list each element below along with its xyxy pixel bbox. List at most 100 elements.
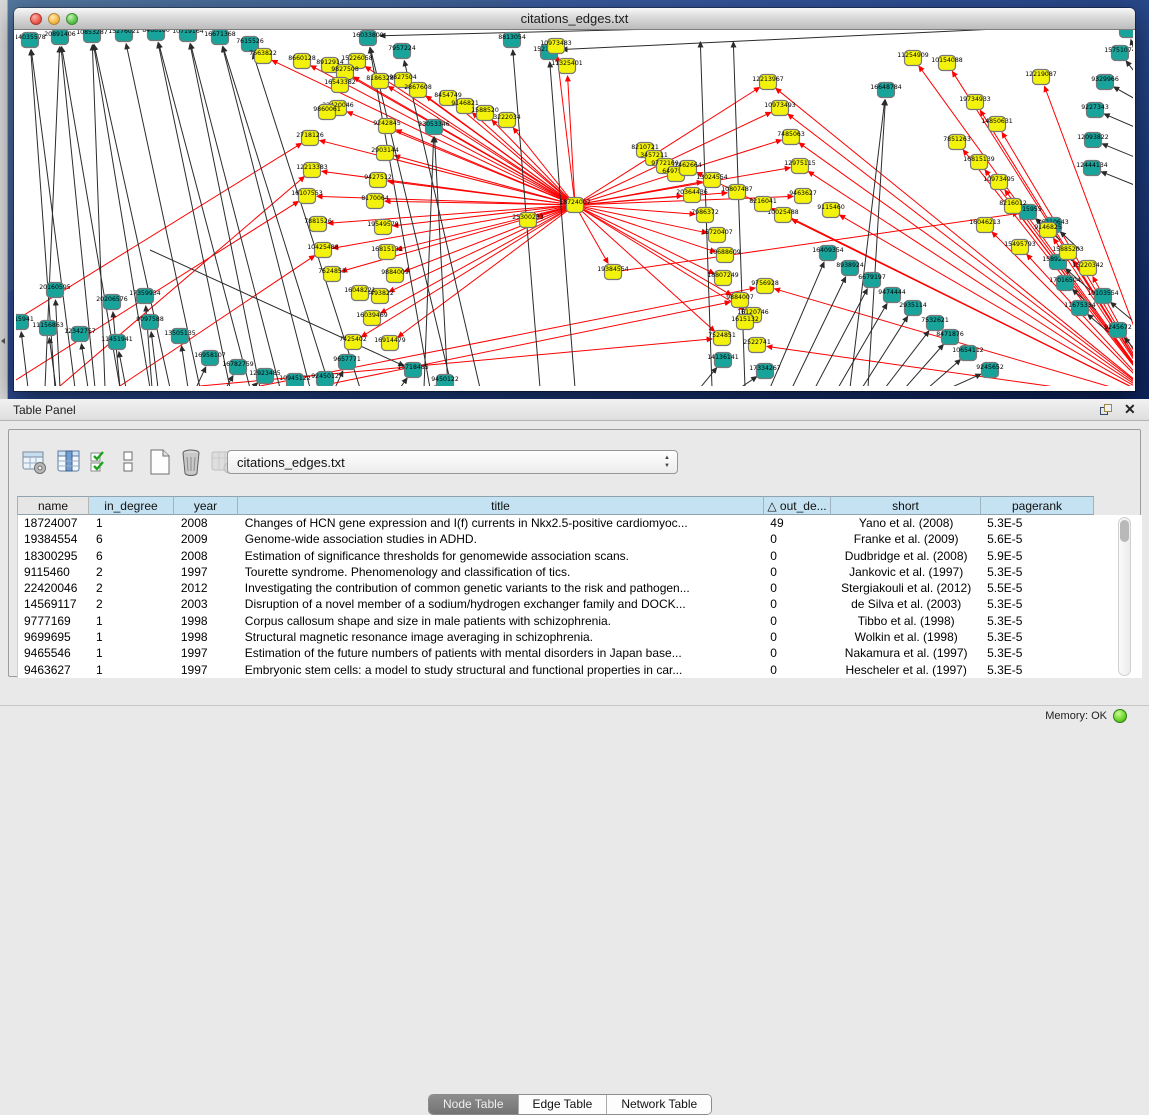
cell-title[interactable]: Structural magnetic resonance image aver… — [239, 629, 765, 645]
table-row[interactable]: 911546021997Tourette syndrome. Phenomeno… — [18, 564, 1094, 580]
cell-short[interactable]: Wolkin et al. (1998) — [831, 629, 981, 645]
cell-title[interactable]: Genome-wide association studies in ADHD. — [239, 531, 765, 547]
cell-year[interactable]: 2003 — [175, 596, 239, 612]
cell-short[interactable]: Franke et al. (2009) — [831, 531, 981, 547]
table-selector-dropdown[interactable]: citations_edges.txt ▲▼ — [227, 450, 678, 474]
column-edit-icon[interactable] — [55, 448, 83, 476]
cell-year[interactable]: 1998 — [175, 629, 239, 645]
black-edge[interactable] — [182, 346, 188, 386]
column-header-pagerank[interactable]: pagerank — [981, 496, 1094, 515]
black-edge[interactable] — [435, 137, 448, 386]
cell-name[interactable]: 22420046 — [18, 580, 90, 596]
red-edge[interactable] — [388, 86, 575, 205]
cell-name[interactable]: 19384554 — [18, 531, 90, 547]
cell-out_de[interactable]: 0 — [764, 531, 831, 547]
cell-year[interactable]: 1997 — [175, 645, 239, 661]
black-edge[interactable] — [550, 62, 575, 386]
cell-title[interactable]: Estimation of the future numbers of pati… — [239, 645, 765, 661]
cell-pagerank[interactable]: 5.3E-5 — [981, 613, 1094, 629]
table-row[interactable]: 969969511998Structural magnetic resonanc… — [18, 629, 1094, 645]
cell-out_de[interactable]: 0 — [764, 629, 831, 645]
cell-in_degree[interactable]: 1 — [90, 613, 175, 629]
table-row[interactable]: 977716911998Corpus callosum shape and si… — [18, 613, 1094, 629]
cell-in_degree[interactable]: 2 — [90, 596, 175, 612]
black-edge[interactable] — [792, 277, 846, 386]
cell-title[interactable]: Estimation of significance thresholds fo… — [239, 548, 765, 564]
cell-in_degree[interactable]: 1 — [90, 515, 175, 531]
table-row[interactable]: 946362711997Embryonic stem cells: a mode… — [18, 662, 1094, 678]
column-header-out_de[interactable]: △ out_de... — [764, 496, 831, 515]
red-edge[interactable] — [575, 205, 715, 331]
black-edge[interactable] — [151, 332, 158, 386]
network-window[interactable]: citations_edges.txt 14035578208914061085… — [14, 8, 1135, 391]
column-header-title[interactable]: title — [238, 496, 764, 515]
new-table-icon[interactable] — [146, 448, 174, 476]
column-header-year[interactable]: year — [174, 496, 238, 515]
tab-node-table[interactable]: Node Table — [429, 1095, 519, 1114]
cell-year[interactable]: 1997 — [175, 564, 239, 580]
cell-title[interactable]: Embryonic stem cells: a model to study s… — [239, 662, 765, 678]
cell-pagerank[interactable]: 5.9E-5 — [981, 548, 1094, 564]
red-edge[interactable] — [317, 196, 575, 205]
black-edge[interactable] — [252, 383, 258, 386]
table-row[interactable]: 2242004622012Investigating the contribut… — [18, 580, 1094, 596]
black-edge[interactable] — [885, 331, 929, 386]
table-row[interactable]: 1872400712008Changes of HCN gene express… — [18, 515, 1094, 531]
cell-title[interactable]: Corpus callosum shape and size in male p… — [239, 613, 765, 629]
cell-year[interactable]: 2008 — [175, 515, 239, 531]
panel-collapse-strip[interactable] — [0, 0, 8, 399]
cell-pagerank[interactable]: 5.3E-5 — [981, 645, 1094, 661]
black-edge[interactable] — [950, 374, 981, 386]
clear-selection-icon[interactable] — [115, 448, 143, 476]
cell-out_de[interactable]: 0 — [764, 564, 831, 580]
cell-name[interactable]: 9777169 — [18, 613, 90, 629]
cell-pagerank[interactable]: 5.5E-5 — [981, 580, 1094, 596]
black-edge[interactable] — [190, 44, 260, 386]
red-edge[interactable] — [767, 346, 1133, 386]
red-edge[interactable] — [311, 66, 575, 205]
red-edge[interactable] — [557, 56, 575, 205]
scrollbar-thumb[interactable] — [1120, 520, 1129, 542]
cell-short[interactable]: Dudbridge et al. (2008) — [831, 548, 981, 564]
cell-year[interactable]: 1997 — [175, 662, 239, 678]
cell-year[interactable]: 1998 — [175, 613, 239, 629]
cell-out_de[interactable]: 49 — [764, 515, 831, 531]
black-edge[interactable] — [1104, 114, 1133, 128]
black-edge[interactable] — [400, 378, 407, 386]
cell-year[interactable]: 2012 — [175, 580, 239, 596]
collapse-arrow-icon[interactable] — [1, 338, 5, 344]
cell-pagerank[interactable]: 5.3E-5 — [981, 564, 1094, 580]
cell-out_de[interactable]: 0 — [764, 613, 831, 629]
tab-edge-table[interactable]: Edge Table — [519, 1095, 608, 1114]
column-header-short[interactable]: short — [831, 496, 981, 515]
black-edge[interactable] — [150, 250, 404, 366]
black-edge[interactable] — [94, 45, 170, 386]
black-edge[interactable] — [850, 100, 885, 386]
cell-out_de[interactable]: 0 — [764, 662, 831, 678]
tab-network-table[interactable]: Network Table — [607, 1095, 711, 1114]
red-edge[interactable] — [60, 177, 304, 386]
red-edge[interactable] — [575, 205, 695, 214]
red-edge[interactable] — [575, 205, 608, 263]
black-edge[interactable] — [562, 30, 1060, 50]
cell-in_degree[interactable]: 2 — [90, 564, 175, 580]
cell-name[interactable]: 9463627 — [18, 662, 90, 678]
memory-status-icon[interactable] — [1113, 709, 1127, 723]
red-edge[interactable] — [389, 205, 575, 292]
float-panel-icon[interactable] — [1100, 404, 1113, 417]
black-edge[interactable] — [1101, 172, 1133, 186]
cell-pagerank[interactable]: 5.3E-5 — [981, 596, 1094, 612]
cell-pagerank[interactable]: 5.3E-5 — [981, 515, 1094, 531]
column-header-in_degree[interactable]: in_degree — [89, 496, 174, 515]
table-row[interactable]: 946554611997Estimation of the future num… — [18, 645, 1094, 661]
cell-out_de[interactable]: 0 — [764, 580, 831, 596]
cell-pagerank[interactable]: 5.6E-5 — [981, 531, 1094, 547]
black-edge[interactable] — [21, 332, 28, 386]
black-edge[interactable] — [56, 300, 60, 386]
cell-short[interactable]: de Silva et al. (2003) — [831, 596, 981, 612]
table-row[interactable]: 1938455462009Genome-wide association stu… — [18, 531, 1094, 547]
column-header-name[interactable]: name — [17, 496, 89, 515]
cell-year[interactable]: 2009 — [175, 531, 239, 547]
cell-name[interactable]: 18724007 — [18, 515, 90, 531]
table-row[interactable]: 1456911722003Disruption of a novel membe… — [18, 596, 1094, 612]
